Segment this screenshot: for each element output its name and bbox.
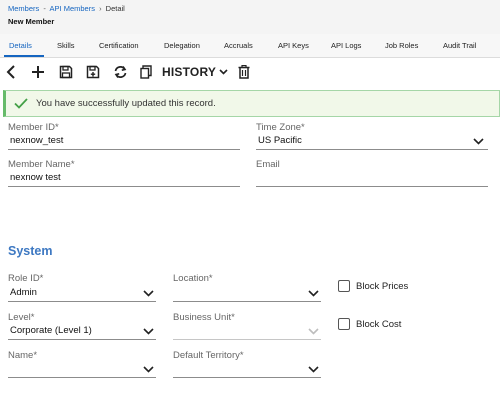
block-cost-label: Block Cost	[356, 319, 402, 330]
delete-button[interactable]	[236, 63, 252, 81]
time-zone-label: Time Zone*	[256, 122, 305, 133]
level-underline	[8, 339, 156, 340]
history-button[interactable]: HISTORY	[162, 63, 228, 81]
default-territory-select[interactable]	[173, 361, 321, 377]
history-label: HISTORY	[162, 65, 217, 79]
tab-accruals[interactable]: Accruals	[224, 34, 253, 58]
save-button[interactable]	[57, 63, 75, 81]
active-tab-indicator	[4, 55, 44, 57]
page-title: New Member	[8, 17, 55, 26]
breadcrumb: Members - API Members › Detail	[8, 4, 125, 13]
block-prices-label: Block Prices	[356, 281, 409, 292]
member-id-field[interactable]: nexnow_test	[8, 133, 240, 149]
checkmark-icon	[14, 98, 28, 109]
save-as-button[interactable]	[84, 63, 102, 81]
add-button[interactable]	[29, 63, 47, 81]
email-field[interactable]	[256, 170, 488, 186]
breadcrumb-current: Detail	[105, 4, 125, 13]
member-name-value: nexnow test	[10, 172, 61, 183]
member-id-value: nexnow_test	[10, 135, 64, 146]
breadcrumb-arrow: ›	[99, 4, 102, 13]
member-id-label: Member ID*	[8, 122, 59, 133]
block-cost-checkbox[interactable]	[338, 318, 350, 330]
name-underline	[8, 377, 156, 378]
level-label: Level*	[8, 312, 35, 323]
copy-icon	[140, 65, 152, 79]
default-territory-underline	[173, 377, 321, 378]
refresh-icon	[114, 66, 126, 78]
member-name-field[interactable]: nexnow test	[8, 170, 240, 186]
role-id-underline	[8, 301, 156, 302]
member-id-underline	[8, 149, 240, 150]
name-label: Name*	[8, 350, 38, 361]
tab-job-roles[interactable]: Job Roles	[385, 34, 418, 58]
tab-audit-trail[interactable]: Audit Trail	[443, 34, 476, 58]
email-underline	[256, 186, 488, 187]
role-id-label: Role ID*	[8, 273, 44, 284]
refresh-button[interactable]	[111, 63, 129, 81]
member-name-underline	[8, 186, 240, 187]
page-header: Members - API Members › Detail New Membe…	[0, 0, 500, 34]
member-name-label: Member Name*	[8, 159, 75, 170]
role-id-select[interactable]: Admin	[8, 285, 156, 301]
level-chevron-down-icon[interactable]	[143, 328, 154, 335]
time-zone-value: US Pacific	[258, 135, 302, 146]
tab-bar: Details Skills Certification Delegation …	[0, 34, 500, 58]
tab-skills[interactable]: Skills	[57, 34, 75, 58]
tab-api-logs[interactable]: API Logs	[331, 34, 361, 58]
name-select[interactable]	[8, 361, 156, 377]
location-label: Location*	[173, 273, 213, 284]
add-icon	[32, 66, 44, 78]
breadcrumb-separator: -	[43, 4, 46, 13]
business-unit-underline	[173, 339, 321, 340]
chevron-down-icon[interactable]	[473, 138, 484, 145]
name-chevron-down-icon[interactable]	[143, 366, 154, 373]
tab-api-keys[interactable]: API Keys	[278, 34, 309, 58]
default-territory-chevron-down-icon[interactable]	[308, 366, 319, 373]
location-underline	[173, 301, 321, 302]
time-zone-select[interactable]: US Pacific	[256, 133, 488, 149]
success-message: You have successfully updated this recor…	[36, 98, 216, 109]
system-section-title: System	[8, 244, 53, 258]
history-chevron-icon	[219, 69, 228, 75]
delete-icon	[238, 65, 250, 79]
level-value: Corporate (Level 1)	[10, 325, 92, 336]
business-unit-select[interactable]	[173, 323, 321, 339]
toolbar: HISTORY	[0, 58, 500, 86]
tab-certification[interactable]: Certification	[99, 34, 139, 58]
business-unit-label: Business Unit*	[173, 312, 235, 323]
role-id-chevron-down-icon[interactable]	[143, 290, 154, 297]
tab-delegation[interactable]: Delegation	[164, 34, 200, 58]
default-territory-label: Default Territory*	[173, 350, 244, 361]
business-unit-chevron-down-icon[interactable]	[308, 328, 319, 335]
back-button[interactable]	[3, 63, 19, 81]
location-select[interactable]	[173, 285, 321, 301]
breadcrumb-api-members-link[interactable]: API Members	[50, 4, 95, 13]
time-zone-underline	[256, 149, 488, 150]
success-alert: You have successfully updated this recor…	[3, 90, 500, 117]
role-id-value: Admin	[10, 287, 37, 298]
email-label: Email	[256, 159, 280, 170]
level-select[interactable]: Corporate (Level 1)	[8, 323, 156, 339]
copy-button[interactable]	[138, 63, 154, 81]
back-icon	[6, 65, 15, 79]
block-prices-checkbox[interactable]	[338, 280, 350, 292]
save-as-icon	[86, 65, 100, 79]
save-icon	[59, 65, 73, 79]
breadcrumb-members-link[interactable]: Members	[8, 4, 39, 13]
location-chevron-down-icon[interactable]	[308, 290, 319, 297]
